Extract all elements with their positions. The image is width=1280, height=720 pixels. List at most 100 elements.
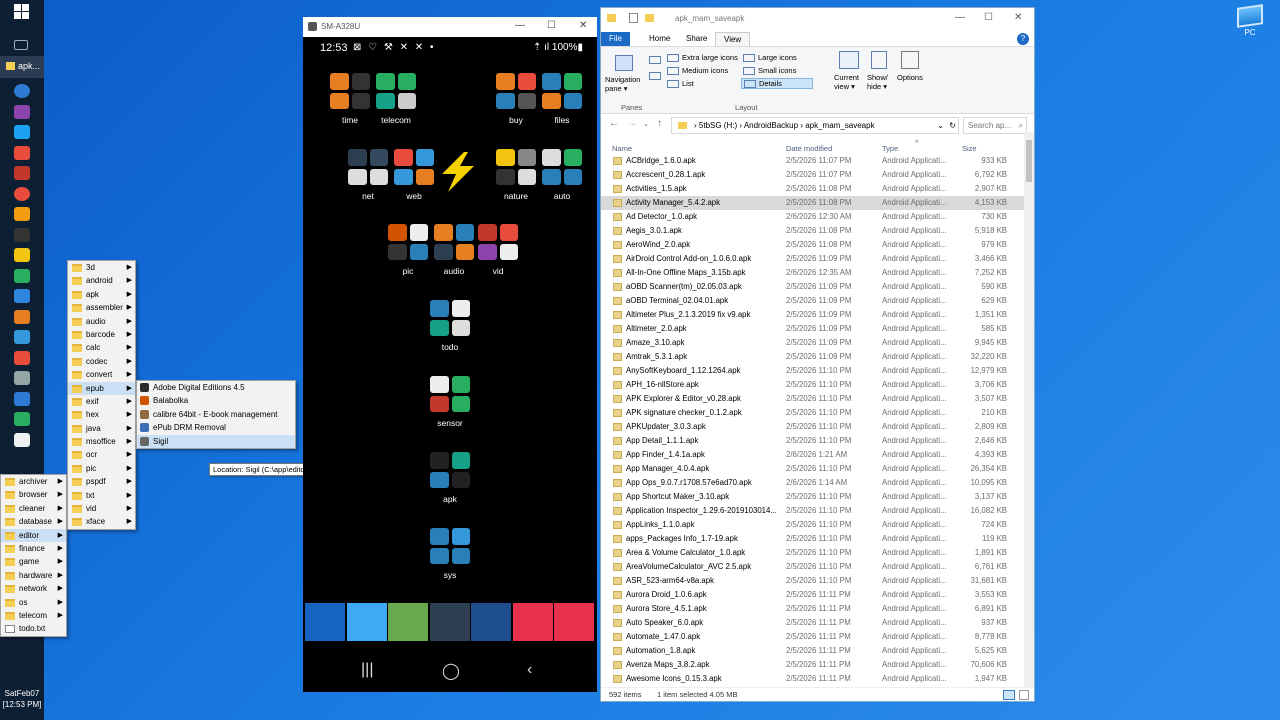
opera-icon[interactable]	[14, 166, 30, 180]
menu-item-java[interactable]: java ▶	[68, 422, 135, 435]
home-icon[interactable]: ◯	[442, 661, 460, 681]
file-row[interactable]: Altimeter_2.0.apk 2/5/2026 11:09 PM 585 KB…	[601, 322, 1026, 336]
menu-item-sigil[interactable]: Sigil	[137, 434, 295, 448]
gmail-icon[interactable]	[14, 248, 30, 262]
file-row[interactable]: AirDroid Control Add-on_1.0.6.0.apk 2/5/2…	[601, 252, 1026, 266]
media-icon[interactable]	[14, 186, 30, 201]
breadcrumb-current[interactable]: apk_mam_saveapk	[805, 121, 874, 130]
menu-item-3d[interactable]: 3d ▶	[68, 261, 135, 274]
phone-folder-pic[interactable]: pic	[385, 224, 431, 276]
menu-item-archiver[interactable]: archiver ▶	[1, 475, 66, 488]
file-row[interactable]: Auto Speaker_6.0.apk 2/5/2026 11:11 PM 937…	[601, 616, 1026, 630]
file-row[interactable]: APKUpdater_3.0.3.apk 2/5/2026 11:10 PM 2,8…	[601, 420, 1026, 434]
chevron-down-icon[interactable]: ⌄	[937, 118, 944, 133]
file-row[interactable]: Aurora Droid_1.0.6.apk 2/5/2026 11:11 PM 3…	[601, 588, 1026, 602]
column-size[interactable]: Size	[962, 144, 977, 153]
barcode-icon[interactable]	[14, 145, 30, 160]
star-icon[interactable]	[14, 268, 30, 283]
recents-icon[interactable]: |||	[361, 661, 373, 679]
maximize-icon[interactable]: ☐	[547, 20, 556, 31]
options-button[interactable]: Options	[897, 73, 923, 82]
this-pc-desktop-icon[interactable]: PC	[1232, 4, 1268, 37]
phone-folder-nature[interactable]: nature	[493, 149, 539, 201]
menu-item-assembler[interactable]: assembler ▶	[68, 301, 135, 314]
file-row[interactable]: All-In-One Offline Maps_3.15b.apk 2/6/202…	[601, 266, 1026, 280]
gear-icon[interactable]	[14, 371, 30, 385]
column-name[interactable]: Name	[612, 144, 632, 153]
phone-folder-sensor[interactable]: sensor	[427, 376, 473, 428]
telegram-icon[interactable]	[14, 125, 30, 139]
taskbar-explorer-item[interactable]: apk...	[0, 56, 44, 78]
file-row[interactable]: Accrescent_0.28.1.apk 2/5/2026 11:07 PM 6,…	[601, 168, 1026, 182]
file-row[interactable]: AnySoftKeyboard_1.12.1264.apk 2/5/2026 11…	[601, 364, 1026, 378]
menu-item-adobe-digital-editions-4-5[interactable]: Adobe Digital Editions 4.5	[137, 381, 295, 394]
breadcrumb-drive[interactable]: 5tbSG (H:)	[699, 121, 737, 130]
menu-item-txt[interactable]: txt ▶	[68, 489, 135, 502]
menu-item-balabolka[interactable]: Balabolka	[137, 394, 295, 407]
menu-item-barcode[interactable]: barcode ▶	[68, 328, 135, 341]
file-row[interactable]: App Detail_1.1.1.apk 2/5/2026 11:10 PM 2,6…	[601, 434, 1026, 448]
layout-large-icons[interactable]: Large icons	[743, 53, 797, 63]
file-row[interactable]: ASR_523-arm64-v8a.apk 2/5/2026 11:10 PM 31…	[601, 574, 1026, 588]
clock-icon[interactable]	[388, 603, 428, 641]
details-view-icon[interactable]	[1003, 690, 1015, 700]
tab-share[interactable]: Share	[678, 32, 715, 46]
file-row[interactable]: Automate_1.47.0.apk 2/5/2026 11:11 PM 8,77…	[601, 630, 1026, 644]
phone-folder-files[interactable]: files	[539, 73, 585, 125]
camera-icon[interactable]	[554, 603, 594, 641]
column-type[interactable]: Type	[882, 144, 898, 153]
taskbar-clock[interactable]: SatFeb07 [12:53 PM]	[0, 688, 44, 710]
minimize-icon[interactable]: —	[955, 12, 965, 23]
phone-folder-apk[interactable]: apk	[427, 452, 473, 504]
layout-list[interactable]: List	[667, 79, 694, 89]
vertical-scrollbar[interactable]	[1024, 132, 1034, 687]
scrollbar-thumb[interactable]	[1026, 140, 1032, 182]
tab-view[interactable]: View	[715, 32, 751, 47]
file-row[interactable]: Amtrak_5.3.1.apk 2/5/2026 11:09 PM 32,220 …	[601, 350, 1026, 364]
file-row[interactable]: AeroWind_2.0.apk 2/5/2026 11:08 PM 979 KB A…	[601, 238, 1026, 252]
properties-icon[interactable]	[629, 13, 638, 23]
chrome-icon[interactable]	[14, 330, 30, 344]
file-row[interactable]: Automation_1.8.apk 2/5/2026 11:11 PM 5,625…	[601, 644, 1026, 658]
phone-folder-sys[interactable]: sys	[427, 528, 473, 580]
phone-window-titlebar[interactable]: SM-A328U — ☐ ✕	[303, 17, 597, 37]
menu-item-xface[interactable]: xface ▶	[68, 515, 135, 528]
phone-folder-todo[interactable]: todo	[427, 300, 473, 352]
tab-home[interactable]: Home	[641, 32, 678, 46]
maximize-icon[interactable]: ☐	[984, 12, 993, 23]
layout-details[interactable]: Details	[741, 78, 813, 90]
file-row[interactable]: App Shortcut Maker_3.10.apk 2/5/2026 11:1…	[601, 490, 1026, 504]
compass-icon[interactable]	[14, 289, 30, 303]
close-icon[interactable]: ✕	[1014, 12, 1022, 23]
close-icon[interactable]: ✕	[579, 20, 587, 31]
file-row[interactable]: Awesome Icons_0.15.3.apk 2/5/2026 11:11 P…	[601, 672, 1026, 686]
menu-item-todo-txt[interactable]: todo.txt	[1, 622, 66, 635]
file-row[interactable]: App Ops_9.0.7.r1708.57e6ad70.apk 2/6/2026…	[601, 476, 1026, 490]
file-row[interactable]: aOBD Terminal_02.04.01.apk 2/5/2026 11:09…	[601, 294, 1026, 308]
file-row[interactable]: APK signature checker_0.1.2.apk 2/5/2026 …	[601, 406, 1026, 420]
mask-icon[interactable]	[14, 227, 30, 242]
menu-item-codec[interactable]: codec ▶	[68, 355, 135, 368]
help-icon[interactable]: ?	[1017, 33, 1029, 45]
phone-folder-buy[interactable]: buy	[493, 73, 539, 125]
layout-medium-icons[interactable]: Medium icons	[667, 66, 728, 76]
file-row[interactable]: Application Inspector_1.29.6-2019103014.…	[601, 504, 1026, 518]
file-row[interactable]: APH_16-nllStore.apk 2/5/2026 11:10 PM 3,70…	[601, 378, 1026, 392]
menu-item-os[interactable]: os ▶	[1, 596, 66, 609]
phone-folder-telecom[interactable]: telecom	[373, 73, 419, 125]
phone-folder-time[interactable]: time	[327, 73, 373, 125]
menu-item-finance[interactable]: finance ▶	[1, 542, 66, 555]
menu-item-calibre-64bit-e-book-management[interactable]: calibre 64bit - E-book management	[137, 408, 295, 421]
minimize-icon[interactable]: —	[515, 20, 525, 31]
explorer-titlebar[interactable]: apk_mam_saveapk — ☐ ✕	[601, 8, 1034, 30]
preview-pane-icon[interactable]	[649, 55, 664, 65]
menu-item-editor[interactable]: editor ▶	[1, 528, 66, 542]
colors-icon[interactable]	[14, 350, 30, 365]
menu-item-calc[interactable]: calc ▶	[68, 341, 135, 354]
file-row[interactable]: Altimeter Plus_2.1.3.2019 fix v9.apk 2/5/…	[601, 308, 1026, 322]
file-row[interactable]: Ad Detector_1.0.apk 2/6/2026 12:30 AM 730 …	[601, 210, 1026, 224]
menu-item-hex[interactable]: hex ▶	[68, 408, 135, 421]
back-arrow-icon[interactable]: ←	[609, 118, 619, 129]
menu-item-pic[interactable]: pic ▶	[68, 462, 135, 475]
phone-folder-audio[interactable]: audio	[431, 224, 477, 276]
